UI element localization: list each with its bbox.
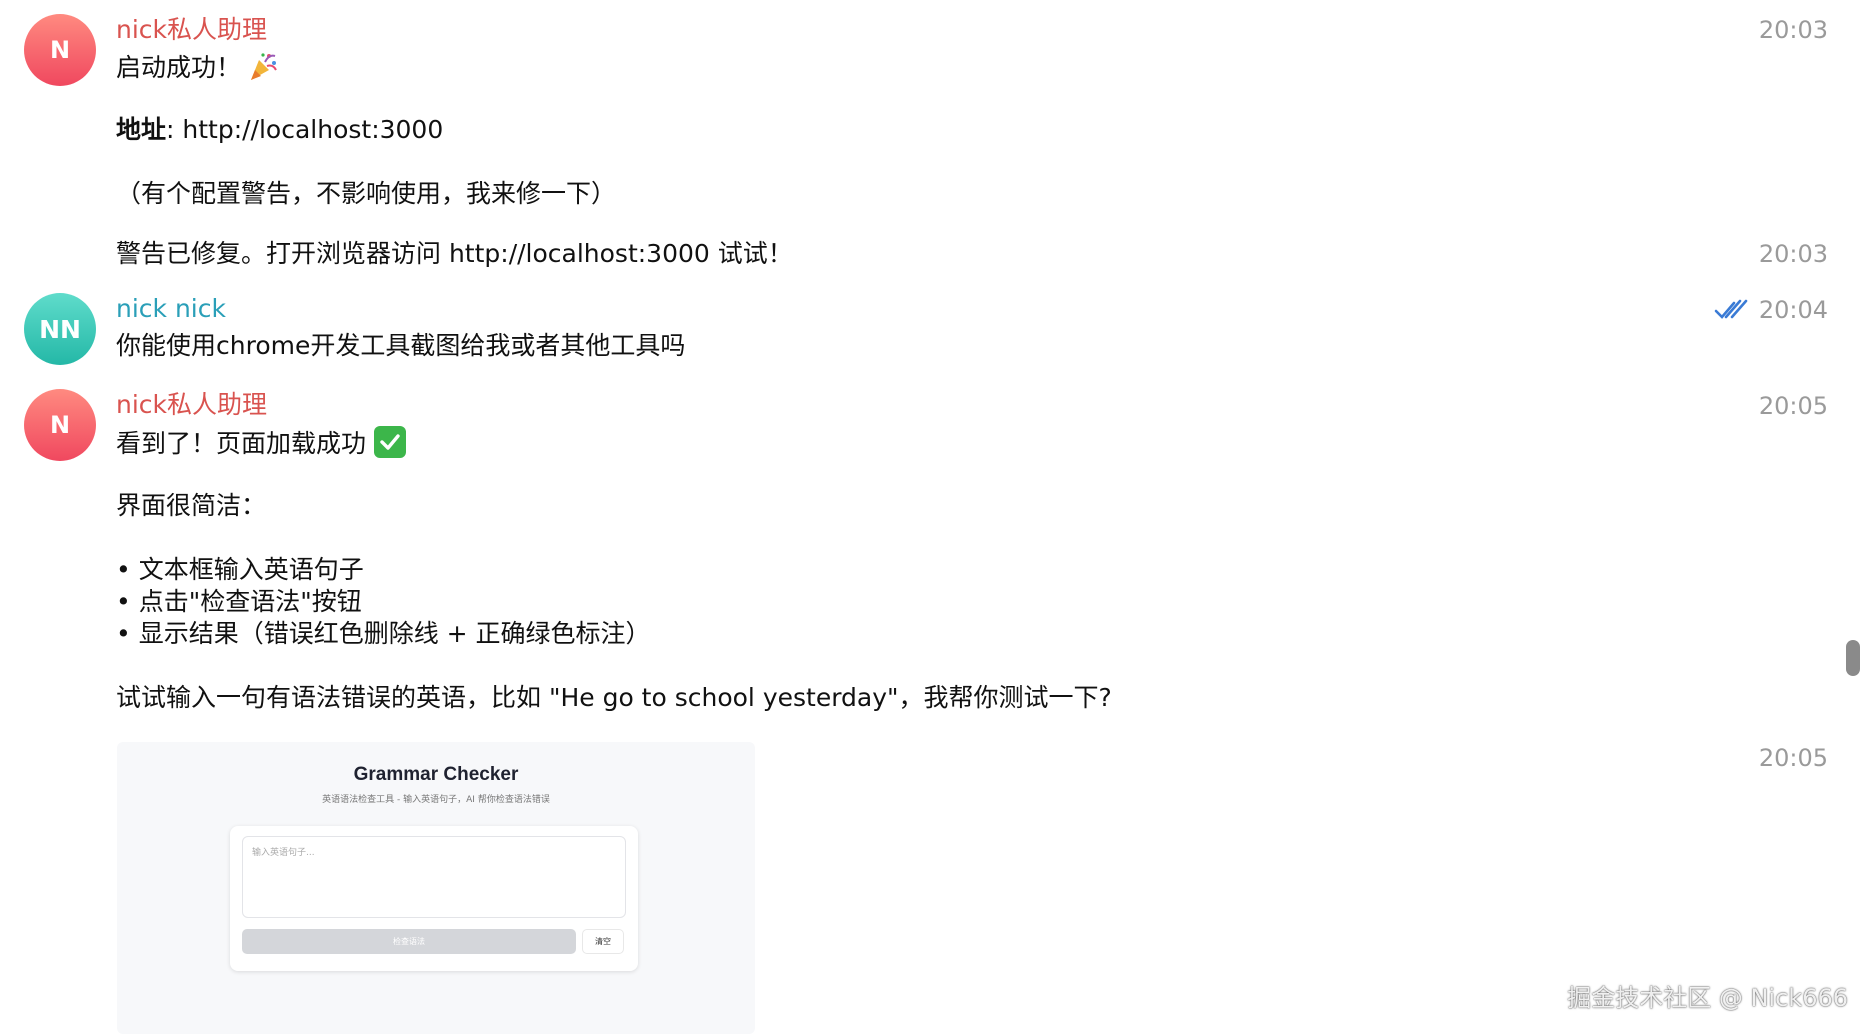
message-time: 20:05: [1758, 744, 1828, 772]
check-mark-icon: [374, 426, 407, 458]
grammar-checker-title: Grammar Checker: [353, 764, 519, 785]
sender-name[interactable]: nick nick: [116, 293, 226, 325]
grammar-checker-card: 输入英语句子... 检查语法 清空: [230, 826, 638, 971]
message-line: 你能使用chrome开发工具截图给我或者其他工具吗: [116, 331, 686, 360]
list-item: • 点击"检查语法"按钮: [116, 587, 362, 616]
double-check-icon: [1714, 299, 1748, 319]
sentence-input: 输入英语句子...: [242, 836, 626, 918]
message-line: 警告已修复。打开浏览器访问 http://localhost:3000 试试！: [116, 239, 793, 268]
message-line: 试试输入一句有语法错误的英语，比如 "He go to school yeste…: [116, 683, 1112, 712]
message-time: 20:03: [1758, 16, 1828, 44]
message-text: 看到了！页面加载成功 界面很简洁： • 文本框输入英语句子 • 点击"检查语法"…: [116, 426, 1112, 714]
check-grammar-button: 检查语法: [242, 929, 576, 954]
grammar-checker-subtitle: 英语语法检查工具 - 输入英语句子，AI 帮你检查语法错误: [322, 795, 550, 805]
party-popper-icon: [251, 53, 277, 80]
message-text: 你能使用chrome开发工具截图给我或者其他工具吗: [116, 330, 685, 362]
clear-button: 清空: [582, 929, 624, 954]
sender-name[interactable]: nick私人助理: [116, 14, 267, 46]
avatar[interactable]: N: [24, 14, 96, 86]
message-line: 看到了！页面加载成功: [116, 429, 367, 458]
message-line: 启动成功！: [116, 53, 242, 82]
avatar[interactable]: N: [24, 389, 96, 461]
message-line: （有个配置警告，不影响使用，我来修一下）: [116, 179, 617, 208]
list-item: • 显示结果（错误红色删除线 + 正确绿色标注）: [116, 619, 651, 648]
list-item: • 文本框输入英语句子: [116, 555, 364, 584]
avatar[interactable]: NN: [24, 293, 96, 365]
screenshot-attachment[interactable]: Grammar Checker 英语语法检查工具 - 输入英语句子，AI 帮你检…: [117, 742, 755, 1034]
watermark: 掘金技术社区 @ Nick666: [1567, 984, 1848, 1012]
message-time: 20:03: [1758, 240, 1828, 268]
address-value: : http://localhost:3000: [166, 115, 444, 144]
message-text: 启动成功！ 地址: http://localhost:3000 （有个配置警告，…: [116, 50, 616, 210]
input-placeholder: 输入英语句子...: [252, 848, 315, 858]
scrollbar-thumb[interactable]: [1846, 640, 1860, 676]
message-time: 20:05: [1758, 392, 1828, 420]
message-line: 界面很简洁：: [116, 491, 267, 520]
message-time: 20:04: [1758, 296, 1828, 324]
sender-name[interactable]: nick私人助理: [116, 389, 267, 421]
address-label: 地址: [116, 115, 167, 144]
message-text-followup: 警告已修复。打开浏览器访问 http://localhost:3000 试试！: [116, 238, 793, 270]
